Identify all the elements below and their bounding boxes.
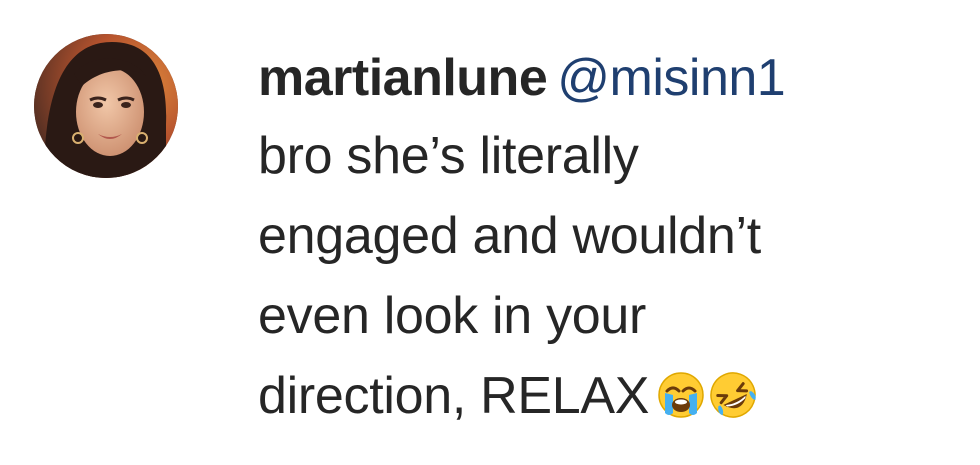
comment: martianlune @misinn1 bro she’s literally … — [0, 0, 980, 465]
rofl-face-icon — [709, 371, 757, 419]
comment-text-line: bro she’s literally — [258, 127, 639, 185]
comment-body: martianlune @misinn1 bro she’s literally … — [258, 46, 958, 436]
username-link[interactable]: martianlune — [258, 49, 548, 107]
mention-link[interactable]: @misinn1 — [557, 49, 785, 107]
comment-header: martianlune @misinn1 — [258, 46, 958, 110]
avatar[interactable] — [34, 34, 178, 178]
comment-text-line: engaged and wouldn’t — [258, 207, 761, 265]
crying-face-icon — [657, 371, 705, 419]
comment-text-last-words: direction, RELAX — [258, 367, 650, 425]
comment-text: bro she’s literally engaged and wouldn’t… — [258, 116, 958, 436]
avatar-image — [34, 34, 178, 178]
comment-text-line-last: direction, RELAX — [258, 356, 958, 436]
comment-text-line: even look in your — [258, 287, 647, 345]
